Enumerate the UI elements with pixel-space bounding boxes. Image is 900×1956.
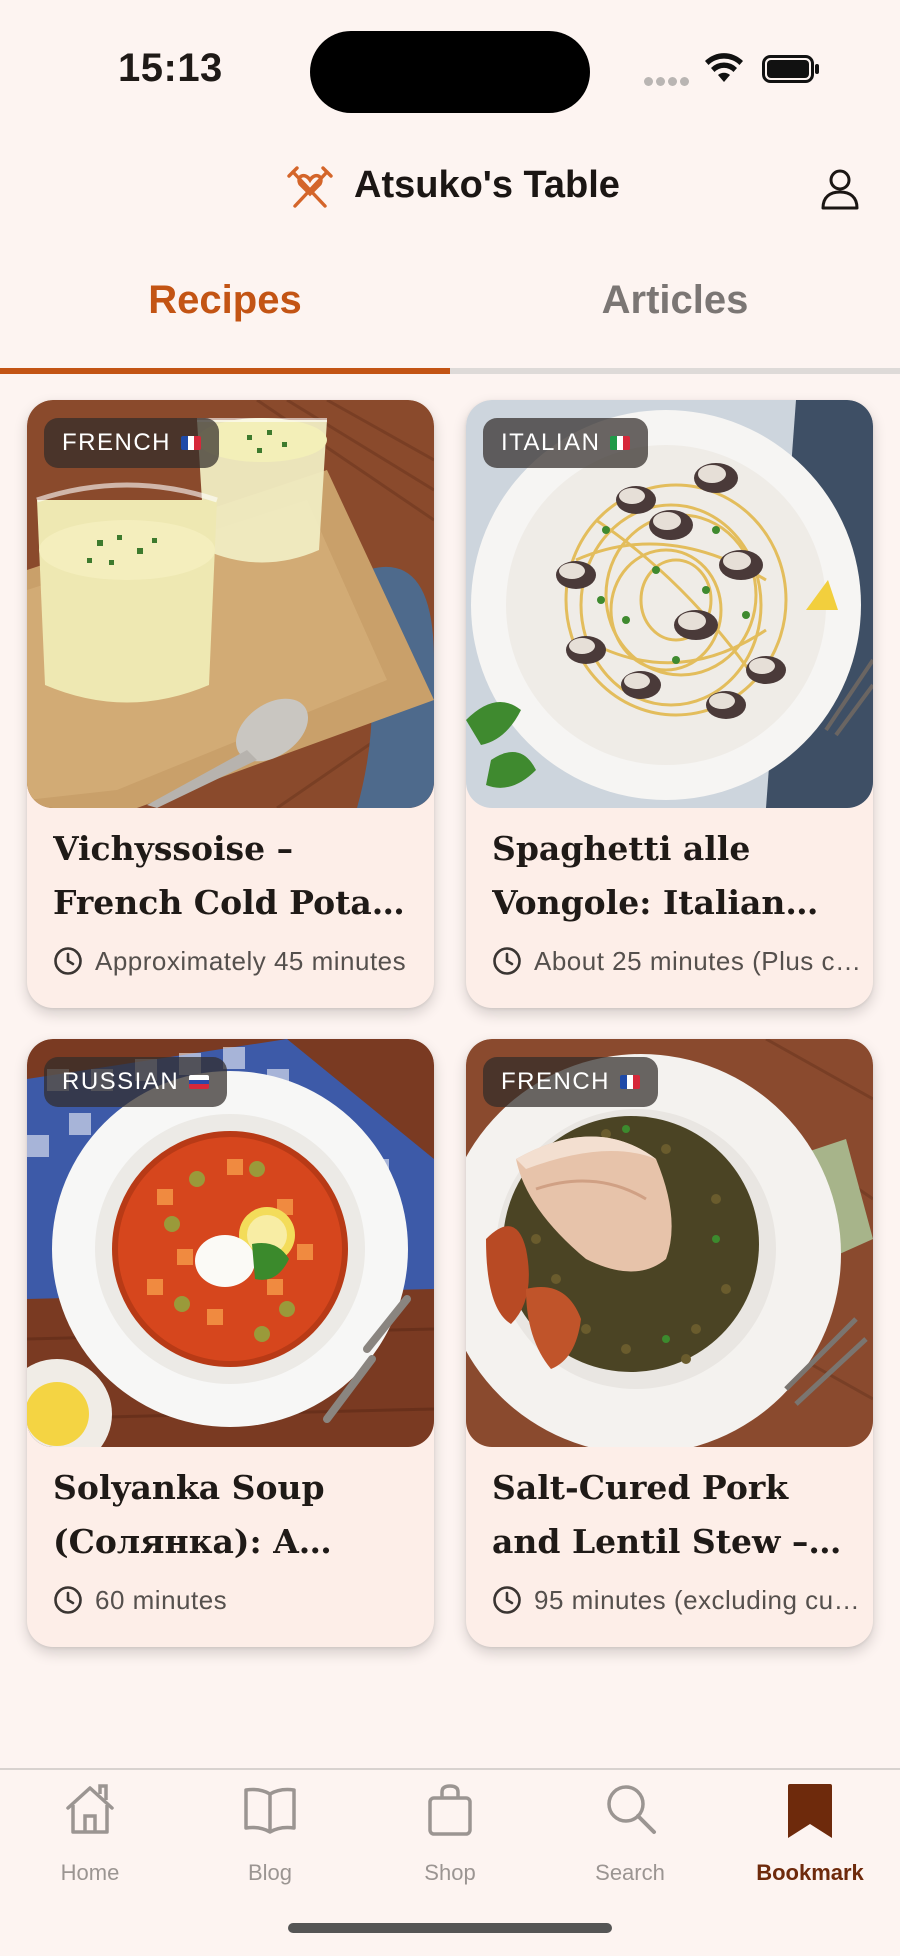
nav-label: Shop bbox=[424, 1860, 476, 1885]
app-title: Atsuko's Table bbox=[354, 164, 620, 206]
clock-icon bbox=[493, 947, 521, 975]
recipe-time: 95 minutes (excluding curing time) bbox=[492, 1582, 862, 1618]
nav-bookmark[interactable]: Bookmark bbox=[720, 1770, 900, 1885]
nav-label: Search bbox=[595, 1860, 665, 1885]
nav-search[interactable]: Search bbox=[540, 1770, 720, 1885]
recipe-image: RUSSIAN bbox=[27, 1039, 434, 1447]
recipe-card[interactable]: FRENCH Vichyssoise – French Cold Potato … bbox=[27, 400, 434, 1008]
cellular-signal-icon bbox=[644, 77, 690, 87]
cuisine-badge: RUSSIAN bbox=[44, 1057, 228, 1107]
recipe-time-text: 60 minutes bbox=[95, 1584, 228, 1615]
france-flag-icon bbox=[181, 436, 201, 450]
recipe-title: Vichyssoise – French Cold Potato Leek So… bbox=[53, 829, 409, 922]
recipe-image: FRENCH bbox=[27, 400, 434, 808]
tab-bar: Recipes Articles bbox=[0, 258, 900, 374]
cuisine-label: RUSSIAN bbox=[62, 1068, 180, 1095]
clock-icon bbox=[54, 947, 82, 975]
nav-label: Home bbox=[60, 1860, 120, 1885]
soup-glass-front bbox=[36, 482, 218, 703]
tab-articles[interactable]: Articles bbox=[450, 258, 900, 368]
recipe-title: Solyanka Soup (Солянка): A Hearty Russia… bbox=[53, 1468, 325, 1561]
dynamic-island bbox=[310, 31, 590, 113]
logo-icon bbox=[287, 166, 333, 208]
recipe-title: Spaghetti alle Vongole: Italian Classic bbox=[492, 829, 786, 922]
recipe-time-text: Approximately 45 minutes bbox=[95, 945, 407, 976]
italy-flag-icon bbox=[610, 436, 631, 450]
recipe-card[interactable]: ITALIAN Spaghetti alle Vongole: Italian … bbox=[466, 400, 873, 1008]
recipe-card[interactable]: FRENCH Salt-Cured Pork and Lentil Stew –… bbox=[466, 1039, 873, 1647]
nav-blog[interactable]: Blog bbox=[180, 1770, 360, 1885]
recipe-image: FRENCH bbox=[466, 1039, 873, 1447]
cuisine-label: FRENCH bbox=[62, 429, 171, 456]
status-time: 15:13 bbox=[118, 46, 223, 90]
recipe-time-text: About 25 minutes (Plus clam soaking time… bbox=[534, 945, 862, 976]
nav-home[interactable]: Home bbox=[0, 1770, 180, 1885]
cuisine-badge: FRENCH bbox=[44, 418, 219, 468]
clock-icon bbox=[493, 1586, 521, 1614]
recipe-image: ITALIAN bbox=[466, 400, 873, 808]
france-flag-icon bbox=[620, 1075, 640, 1089]
recipe-time-text: 95 minutes (excluding curing time) bbox=[534, 1584, 862, 1615]
wifi-icon bbox=[705, 53, 743, 82]
profile-button[interactable] bbox=[815, 164, 865, 214]
cuisine-label: FRENCH bbox=[501, 1068, 610, 1095]
tab-active-indicator bbox=[0, 368, 450, 374]
home-indicator[interactable] bbox=[288, 1923, 612, 1933]
cuisine-label: ITALIAN bbox=[501, 429, 601, 456]
tab-recipes[interactable]: Recipes bbox=[0, 258, 450, 368]
shopping-bag-icon bbox=[428, 1784, 472, 1836]
status-bar: 15:13 bbox=[0, 0, 900, 140]
app-header: Atsuko's Table bbox=[0, 150, 900, 230]
nav-label: Bookmark bbox=[756, 1860, 864, 1885]
nav-label: Blog bbox=[247, 1860, 293, 1885]
recipe-time: 60 minutes bbox=[53, 1582, 423, 1618]
recipe-card[interactable]: RUSSIAN Solyanka Soup (Солянка): A Heart… bbox=[27, 1039, 434, 1647]
nav-shop[interactable]: Shop bbox=[360, 1770, 540, 1885]
book-icon bbox=[244, 1787, 296, 1834]
cuisine-badge: FRENCH bbox=[483, 1057, 658, 1107]
search-icon bbox=[607, 1785, 656, 1834]
recipe-title: Salt-Cured Pork and Lentil Stew – Petit … bbox=[492, 1468, 809, 1561]
clock-icon bbox=[54, 1586, 82, 1614]
cuisine-badge: ITALIAN bbox=[483, 418, 649, 468]
battery-icon bbox=[762, 55, 819, 83]
bookmark-icon bbox=[788, 1784, 832, 1838]
recipe-time: About 25 minutes (Plus clam soaking time… bbox=[492, 943, 862, 979]
recipe-time: Approximately 45 minutes bbox=[53, 943, 423, 979]
home-icon bbox=[66, 1784, 114, 1834]
russia-flag-icon bbox=[189, 1075, 210, 1089]
